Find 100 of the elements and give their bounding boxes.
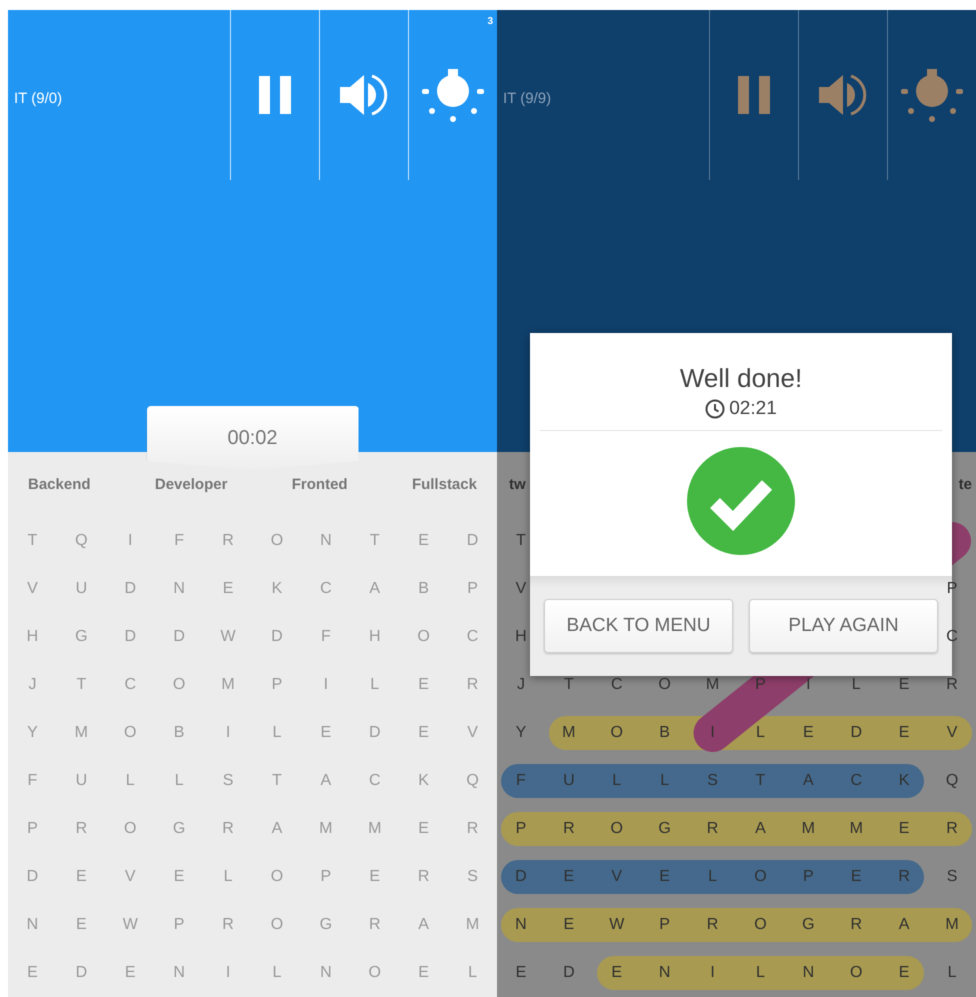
grid-letter[interactable]: T bbox=[28, 532, 38, 550]
grid-letter[interactable]: E bbox=[174, 868, 184, 886]
grid-letter[interactable]: A bbox=[898, 916, 910, 934]
grid-letter[interactable]: U bbox=[76, 772, 88, 790]
grid-letter[interactable]: P bbox=[272, 676, 282, 694]
grid-letter[interactable]: V bbox=[611, 868, 622, 886]
grid-letter[interactable]: H bbox=[26, 628, 38, 646]
grid-letter[interactable]: G bbox=[75, 628, 88, 646]
grid-letter[interactable]: C bbox=[320, 580, 332, 598]
grid-letter[interactable]: O bbox=[124, 820, 136, 838]
grid-letter[interactable]: H bbox=[368, 628, 381, 646]
grid-letter[interactable]: Q bbox=[466, 772, 479, 790]
grid-letter[interactable]: O bbox=[610, 820, 623, 838]
grid-letter[interactable]: C bbox=[946, 628, 958, 646]
grid-letter[interactable]: L bbox=[612, 772, 622, 790]
grid-letter[interactable]: I bbox=[710, 964, 715, 982]
grid-letter[interactable]: A bbox=[803, 772, 814, 790]
grid-letter[interactable]: P bbox=[27, 820, 38, 838]
grid-letter[interactable]: P bbox=[803, 868, 814, 886]
grid-letter[interactable]: D bbox=[271, 628, 283, 646]
grid-letter[interactable]: P bbox=[467, 580, 478, 598]
grid-letter[interactable]: W bbox=[609, 916, 624, 934]
grid-letter[interactable]: O bbox=[610, 724, 623, 742]
grid-letter[interactable]: R bbox=[706, 820, 718, 838]
grid-letter[interactable]: M bbox=[74, 724, 88, 742]
grid-letter[interactable]: E bbox=[898, 964, 910, 982]
grid-letter[interactable]: M bbox=[706, 676, 720, 694]
grid-letter[interactable]: E bbox=[76, 868, 87, 886]
grid-letter[interactable]: E bbox=[369, 868, 380, 886]
grid-letter[interactable]: D bbox=[76, 964, 88, 982]
grid-letter[interactable]: D bbox=[124, 580, 136, 598]
grid-letter[interactable]: O bbox=[658, 676, 671, 694]
grid-letter[interactable]: H bbox=[515, 628, 527, 646]
grid-letter[interactable]: P bbox=[659, 916, 670, 934]
grid-letter[interactable]: B bbox=[659, 724, 670, 742]
grid-letter[interactable]: C bbox=[850, 772, 862, 790]
grid-letter[interactable]: O bbox=[270, 868, 284, 886]
grid-letter[interactable]: D bbox=[173, 628, 185, 646]
grid-letter[interactable]: M bbox=[850, 820, 863, 838]
grid-letter[interactable]: C bbox=[368, 772, 381, 790]
grid-letter[interactable]: N bbox=[658, 964, 670, 982]
grid-letter[interactable]: V bbox=[27, 580, 38, 598]
grid-letter[interactable]: A bbox=[272, 820, 282, 838]
grid-letter[interactable]: O bbox=[754, 868, 767, 886]
grid-letter[interactable]: N bbox=[173, 580, 185, 598]
grid-letter[interactable]: O bbox=[124, 724, 136, 742]
grid-letter[interactable]: T bbox=[76, 676, 86, 694]
grid-letter[interactable]: R bbox=[563, 820, 575, 838]
grid-letter[interactable]: N bbox=[26, 916, 38, 934]
grid-letter[interactable]: K bbox=[898, 772, 910, 790]
grid-letter[interactable]: I bbox=[128, 532, 132, 550]
grid-letter[interactable]: E bbox=[124, 964, 136, 982]
grid-letter[interactable]: R bbox=[946, 820, 958, 838]
grid-letter[interactable]: M bbox=[466, 916, 480, 934]
grid-letter[interactable]: J bbox=[28, 676, 36, 694]
grid-letter[interactable]: K bbox=[418, 772, 429, 790]
grid-letter[interactable]: E bbox=[418, 724, 429, 742]
grid-letter[interactable]: I bbox=[710, 724, 715, 742]
grid-letter[interactable]: A bbox=[369, 580, 380, 598]
grid-letter[interactable]: G bbox=[172, 820, 186, 838]
grid-letter[interactable]: Y bbox=[27, 724, 38, 742]
grid-letter[interactable]: R bbox=[368, 916, 381, 934]
grid-letter[interactable]: C bbox=[466, 628, 478, 646]
grid-letter[interactable]: T bbox=[272, 772, 282, 790]
grid-letter[interactable]: E bbox=[76, 916, 87, 934]
grid-letter[interactable]: G bbox=[658, 820, 671, 838]
grid-letter[interactable]: C bbox=[610, 676, 623, 694]
grid-letter[interactable]: D bbox=[26, 868, 38, 886]
grid-letter[interactable]: Q bbox=[946, 772, 958, 790]
grid-letter[interactable]: E bbox=[418, 676, 429, 694]
grid-letter[interactable]: T bbox=[564, 676, 574, 694]
grid-letter[interactable]: L bbox=[756, 964, 765, 982]
grid-letter[interactable]: N bbox=[802, 964, 814, 982]
grid-letter[interactable]: E bbox=[418, 532, 429, 550]
grid-letter[interactable]: F bbox=[320, 628, 331, 646]
grid-letter[interactable]: I bbox=[806, 676, 811, 694]
grid-letter[interactable]: O bbox=[270, 532, 284, 550]
grid-letter[interactable]: O bbox=[417, 628, 430, 646]
grid-letter[interactable]: E bbox=[898, 820, 910, 838]
grid-letter[interactable]: I bbox=[324, 676, 328, 694]
grid-letter[interactable]: T bbox=[370, 532, 380, 550]
grid-letter[interactable]: I bbox=[226, 964, 230, 982]
grid-letter[interactable]: O bbox=[368, 964, 381, 982]
grid-letter[interactable]: F bbox=[28, 772, 38, 790]
grid-letter[interactable]: L bbox=[708, 868, 717, 886]
grid-letter[interactable]: L bbox=[224, 868, 232, 886]
grid-letter[interactable]: D bbox=[515, 868, 527, 886]
grid-letter[interactable]: R bbox=[418, 868, 430, 886]
grid-letter[interactable]: N bbox=[173, 964, 185, 982]
grid-letter[interactable]: L bbox=[272, 964, 282, 982]
grid-letter[interactable]: M bbox=[368, 820, 382, 838]
grid-letter[interactable]: A bbox=[320, 772, 332, 790]
grid-letter[interactable]: R bbox=[850, 916, 862, 934]
grid-letter[interactable]: E bbox=[564, 868, 574, 886]
grid-letter[interactable]: N bbox=[515, 916, 527, 934]
grid-letter[interactable]: N bbox=[320, 964, 332, 982]
grid-letter[interactable]: E bbox=[611, 964, 622, 982]
grid-letter[interactable]: L bbox=[370, 676, 380, 694]
grid-letter[interactable]: E bbox=[898, 676, 910, 694]
grid-letter[interactable]: L bbox=[468, 964, 477, 982]
